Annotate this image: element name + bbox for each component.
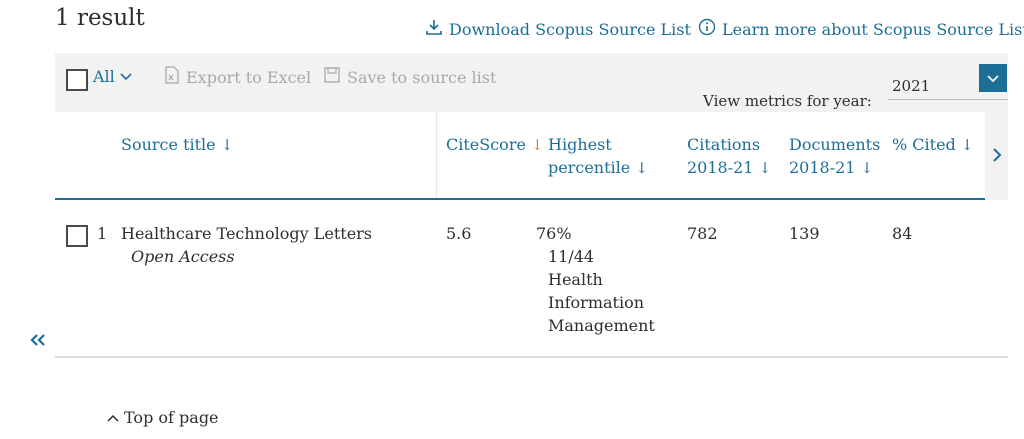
caret-up-icon	[106, 408, 120, 427]
sort-documents[interactable]: Documents 2018-21 ↓	[789, 133, 880, 180]
chevron-down-icon	[119, 67, 133, 86]
source-title-link[interactable]: Healthcare Technology Letters	[121, 222, 372, 245]
row-index: 1	[97, 224, 108, 243]
sort-arrow-icon: ↓	[960, 136, 974, 154]
sort-arrow-icon: ↓	[220, 136, 234, 154]
sort-arrow-icon: ↓	[860, 159, 874, 177]
save-to-source-list-button[interactable]: Save to source list	[323, 66, 496, 88]
documents-header-line2: 2018-21	[789, 158, 856, 177]
select-all-checkbox[interactable]	[66, 69, 88, 91]
top-of-page-label: Top of page	[124, 408, 219, 427]
row-checkbox[interactable]	[66, 225, 88, 247]
metrics-year-value: 2021	[892, 77, 931, 95]
metrics-year-label: View metrics for year:	[703, 92, 872, 110]
open-access-label: Open Access	[131, 247, 235, 266]
learn-more-label: Learn more about Scopus Source List	[722, 19, 1024, 39]
sort-citescore[interactable]: CiteScore ↓	[446, 133, 544, 157]
learn-more-link[interactable]: Learn more about Scopus Source List	[698, 18, 1024, 40]
table-row-source-cell: Healthcare Technology Letters Open Acces…	[121, 222, 372, 268]
export-to-excel-button[interactable]: Export to Excel	[164, 66, 311, 88]
category-line1: Health	[548, 270, 603, 289]
select-all-dropdown[interactable]: All	[93, 67, 133, 86]
citations-value: 782	[687, 224, 718, 243]
sort-arrow-icon: ↓	[635, 159, 648, 177]
sort-citations[interactable]: Citations 2018-21 ↓	[687, 133, 771, 180]
save-icon	[323, 66, 341, 88]
citations-header-line1: Citations	[687, 135, 761, 154]
column-divider	[436, 112, 437, 198]
year-dropdown-button[interactable]	[979, 64, 1007, 92]
citescore-value: 5.6	[446, 224, 472, 243]
result-count: 1 result	[55, 5, 145, 31]
top-of-page-link[interactable]: Top of page	[106, 408, 219, 427]
export-to-excel-label: Export to Excel	[186, 67, 312, 87]
row-divider	[55, 356, 1008, 358]
info-icon	[698, 18, 716, 40]
scroll-columns-right-button[interactable]	[985, 112, 1008, 200]
excel-icon	[164, 66, 180, 88]
documents-value: 139	[789, 224, 820, 243]
chevron-down-icon	[986, 69, 1000, 88]
sort-source-title[interactable]: Source title ↓	[121, 133, 233, 157]
highest-percentile-cell: 76% 11/44 Health Information Management	[536, 222, 655, 337]
download-source-list-link[interactable]: Download Scopus Source List	[425, 18, 691, 40]
chevron-right-icon	[992, 144, 1002, 168]
highest-percentile-header-line1: Highest	[548, 135, 612, 154]
percentile-value: 76%	[536, 224, 572, 243]
category-line3: Management	[548, 316, 655, 335]
category-line2: Information	[548, 293, 645, 312]
double-chevron-left-icon[interactable]	[30, 333, 46, 351]
pct-cited-value: 84	[892, 224, 913, 243]
pct-cited-header: % Cited	[892, 135, 956, 154]
source-title-header: Source title	[121, 135, 216, 154]
sort-arrow-icon: ↓	[758, 159, 772, 177]
citations-header-line2: 2018-21	[687, 158, 754, 177]
sort-highest-percentile[interactable]: Highest percentile ↓	[548, 133, 648, 180]
download-icon	[425, 18, 443, 40]
download-source-list-label: Download Scopus Source List	[449, 19, 691, 39]
highest-percentile-header-line2: percentile	[548, 158, 631, 177]
select-all-label: All	[93, 67, 115, 86]
documents-header-line1: Documents	[789, 135, 881, 154]
sort-pct-cited[interactable]: % Cited ↓	[892, 133, 973, 157]
sort-arrow-icon: ↓	[531, 136, 544, 154]
citescore-header: CiteScore	[446, 135, 526, 154]
rank-value: 11/44	[548, 247, 595, 266]
save-to-source-list-label: Save to source list	[347, 67, 497, 87]
